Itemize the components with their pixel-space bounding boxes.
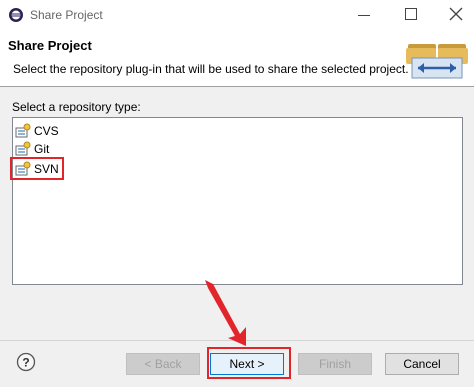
footer-separator xyxy=(0,340,474,341)
next-highlight-annotation xyxy=(207,347,291,379)
list-item-label: CVS xyxy=(34,124,59,138)
window-title: Share Project xyxy=(30,8,103,22)
help-icon[interactable]: ? xyxy=(16,352,36,372)
list-item-label: Git xyxy=(34,142,50,156)
repository-type-list[interactable]: CVS Git SVN xyxy=(12,117,463,285)
repository-plugin-icon xyxy=(15,141,31,156)
list-item-git[interactable]: Git xyxy=(15,140,49,158)
window-titlebar: Share Project xyxy=(0,0,474,31)
minimize-icon[interactable] xyxy=(357,10,371,20)
finish-button[interactable]: Finish xyxy=(298,353,372,375)
cancel-button[interactable]: Cancel xyxy=(385,353,459,375)
back-button[interactable]: < Back xyxy=(126,353,200,375)
list-item-cvs[interactable]: CVS xyxy=(15,122,59,140)
header-description: Select the repository plug-in that will … xyxy=(13,62,409,76)
maximize-icon[interactable] xyxy=(405,8,417,20)
close-icon[interactable] xyxy=(448,6,464,22)
svn-highlight-annotation xyxy=(10,157,64,180)
help-glyph: ? xyxy=(22,356,29,370)
repository-type-label: Select a repository type: xyxy=(12,100,141,114)
repository-plugin-icon xyxy=(15,123,31,138)
eclipse-icon xyxy=(9,8,23,22)
header-title: Share Project xyxy=(8,38,92,53)
wizard-header: Share Project Select the repository plug… xyxy=(0,30,474,87)
share-project-banner-icon xyxy=(406,44,468,79)
